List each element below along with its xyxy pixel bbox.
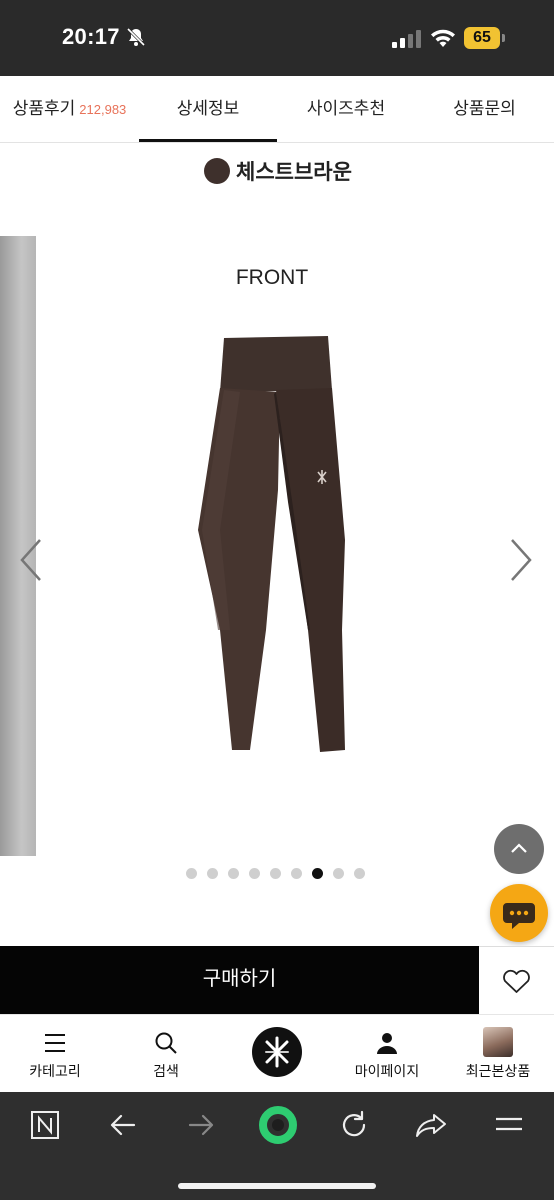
scroll-to-top-button[interactable]: [494, 824, 544, 874]
recent-product-thumbnail: [483, 1027, 513, 1057]
nav-category[interactable]: 카테고리: [0, 1015, 110, 1093]
color-swatch: [204, 158, 230, 184]
menu-icon: [45, 1034, 65, 1052]
forward-icon: [188, 1114, 214, 1136]
bell-slash-icon: [126, 27, 146, 47]
nav-label: 검색: [153, 1063, 179, 1079]
carousel-dot[interactable]: [312, 868, 323, 879]
chat-button[interactable]: [490, 884, 548, 942]
status-time: 20:17: [62, 24, 120, 49]
carousel-dot[interactable]: [186, 868, 197, 879]
carousel-dot[interactable]: [354, 868, 365, 879]
n-app-icon[interactable]: [30, 1110, 60, 1140]
nav-label: 마이페이지: [354, 1063, 420, 1079]
product-image-leggings: [198, 336, 345, 752]
share-icon[interactable]: [414, 1109, 448, 1141]
nav-recent[interactable]: 최근본상품: [443, 1015, 553, 1093]
color-name: 체스트브라운: [236, 161, 352, 184]
chat-icon: [503, 903, 535, 929]
tab-label: 상품문의: [453, 99, 516, 118]
battery-level: 65: [464, 27, 500, 49]
nav-label: 최근본상품: [465, 1063, 531, 1079]
tab-inquiry[interactable]: 상품문의: [415, 76, 554, 142]
tab-reviews[interactable]: 상품후기 212,983: [0, 76, 139, 142]
battery-icon: 65: [464, 27, 506, 49]
review-count: 212,983: [79, 102, 127, 117]
carousel-pagination: [186, 868, 366, 882]
person-icon: [377, 1033, 397, 1054]
active-tab-indicator: [139, 139, 277, 142]
nav-search[interactable]: 검색: [111, 1015, 221, 1093]
chevron-right-icon[interactable]: [502, 530, 542, 590]
back-icon[interactable]: [108, 1110, 138, 1140]
hamburger-icon[interactable]: [494, 1112, 524, 1138]
home-button[interactable]: [252, 1027, 302, 1077]
slide-label: FRONT: [235, 266, 309, 289]
search-icon: [155, 1032, 177, 1054]
chevron-up-icon: [511, 843, 527, 853]
chevron-left-icon[interactable]: [12, 530, 52, 590]
carousel-dot[interactable]: [270, 868, 281, 879]
wishlist-button[interactable]: [479, 946, 554, 1014]
carousel-dot[interactable]: [207, 868, 218, 879]
browser-home-ring-icon[interactable]: [257, 1104, 299, 1146]
buy-button[interactable]: 구매하기: [0, 946, 479, 1014]
wifi-icon: [431, 29, 455, 47]
reload-icon[interactable]: [338, 1109, 370, 1141]
carousel-dot[interactable]: [228, 868, 239, 879]
carousel-dot[interactable]: [291, 868, 302, 879]
tab-label: 사이즈추천: [306, 99, 386, 118]
product-tabs: 상품후기 212,983 상세정보 사이즈추천 상품문의: [0, 76, 554, 143]
tab-details[interactable]: 상세정보: [139, 76, 277, 142]
status-bar: 20:17 65: [0, 0, 554, 76]
carousel-dot[interactable]: [249, 868, 260, 879]
tab-label: 상세정보: [176, 99, 240, 118]
tab-label: 상품후기: [12, 99, 76, 118]
home-indicator: [178, 1183, 376, 1189]
tab-size[interactable]: 사이즈추천: [277, 76, 415, 142]
signal-icon: [392, 30, 421, 48]
carousel-dot[interactable]: [333, 868, 344, 879]
heart-icon: [503, 969, 530, 993]
nav-label: 카테고리: [29, 1063, 81, 1079]
brand-logo-icon: [265, 1036, 289, 1068]
nav-mypage[interactable]: 마이페이지: [332, 1015, 442, 1093]
